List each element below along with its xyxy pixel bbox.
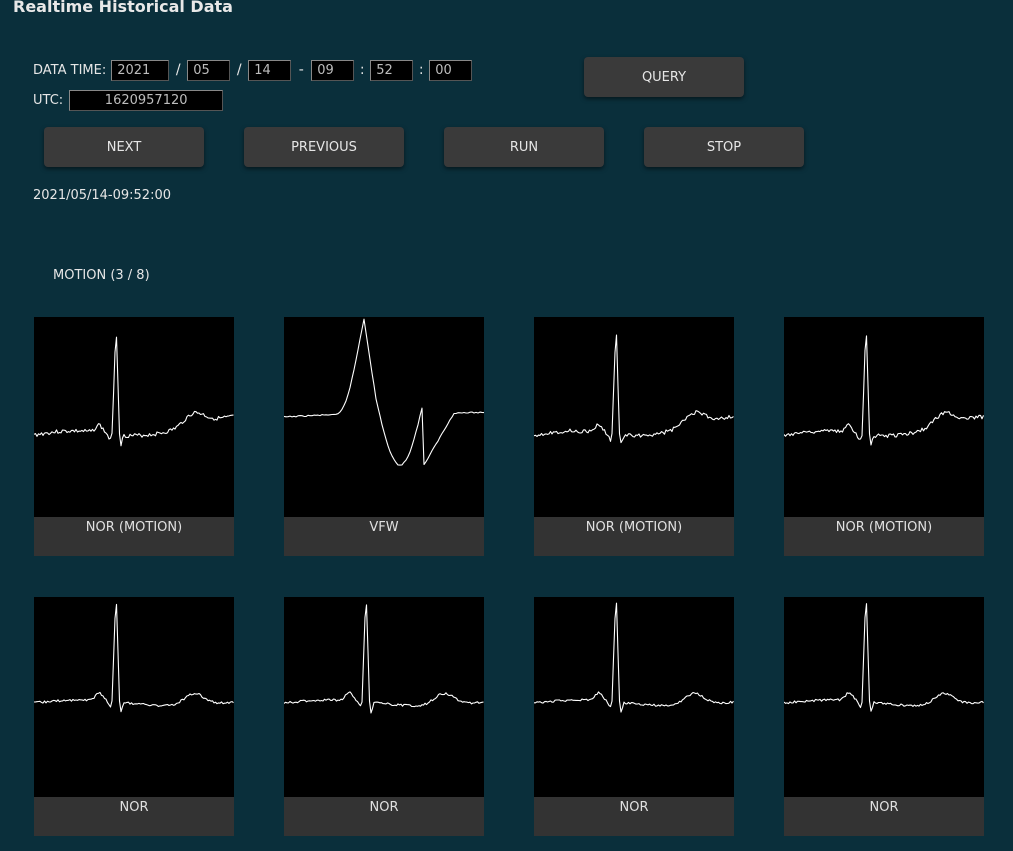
previous-button[interactable]: PREVIOUS	[244, 127, 404, 167]
ecg-plot	[784, 317, 984, 517]
waveform-card: NOR (MOTION)	[34, 317, 234, 556]
query-button[interactable]: QUERY	[584, 57, 744, 97]
section-title: MOTION (3 / 8)	[53, 268, 150, 283]
date-separator: /	[236, 62, 242, 78]
ecg-plot	[34, 317, 234, 517]
ecg-plot	[534, 317, 734, 517]
waveform-card: VFW	[284, 317, 484, 556]
waveform-card: NOR	[784, 597, 984, 836]
waveform-card: NOR (MOTION)	[784, 317, 984, 556]
waveform-label: NOR (MOTION)	[534, 517, 734, 556]
ecg-trace	[34, 603, 234, 713]
ecg-plot	[34, 597, 234, 797]
waveform-label: NOR	[534, 797, 734, 836]
time-separator: :	[418, 62, 424, 78]
waveform-label: NOR (MOTION)	[34, 517, 234, 556]
ecg-trace	[284, 318, 484, 466]
current-timestamp: 2021/05/14-09:52:00	[33, 188, 172, 203]
waveform-label: NOR	[784, 797, 984, 836]
ecg-trace	[534, 334, 734, 444]
waveform-label: VFW	[284, 517, 484, 556]
utc-row: UTC: 1620957120	[33, 88, 224, 112]
waveform-label: NOR	[34, 797, 234, 836]
waveform-card: NOR (MOTION)	[534, 317, 734, 556]
utc-input[interactable]: 1620957120	[69, 89, 224, 111]
waveform-card: NOR	[34, 597, 234, 836]
time-separator: :	[359, 62, 365, 78]
second-input[interactable]: 00	[429, 59, 473, 81]
date-separator: /	[175, 62, 181, 78]
month-input[interactable]: 05	[187, 59, 231, 81]
ecg-trace	[534, 602, 734, 713]
waveform-label: NOR	[284, 797, 484, 836]
run-button[interactable]: RUN	[444, 127, 604, 167]
ecg-plot	[784, 597, 984, 797]
waveform-card: NOR	[284, 597, 484, 836]
data-time-row: DATA TIME: 2021 / 05 / 14 - 09 : 52 : 00	[33, 58, 473, 82]
ecg-plot	[284, 317, 484, 517]
hour-input[interactable]: 09	[311, 59, 355, 81]
utc-label: UTC:	[33, 92, 64, 108]
date-time-separator: -	[298, 62, 304, 78]
minute-input[interactable]: 52	[370, 59, 414, 81]
waveform-card: NOR	[534, 597, 734, 836]
data-time-label: DATA TIME:	[33, 62, 107, 78]
ecg-trace	[284, 604, 484, 714]
ecg-trace	[34, 336, 234, 447]
year-input[interactable]: 2021	[111, 59, 170, 81]
stop-button[interactable]: STOP	[644, 127, 804, 167]
day-input[interactable]: 14	[248, 59, 292, 81]
next-button[interactable]: NEXT	[44, 127, 204, 167]
waveform-label: NOR (MOTION)	[784, 517, 984, 556]
ecg-trace	[784, 603, 984, 712]
page-title: Realtime Historical Data	[13, 0, 233, 16]
ecg-plot	[284, 597, 484, 797]
ecg-plot	[534, 597, 734, 797]
ecg-trace	[784, 335, 984, 446]
